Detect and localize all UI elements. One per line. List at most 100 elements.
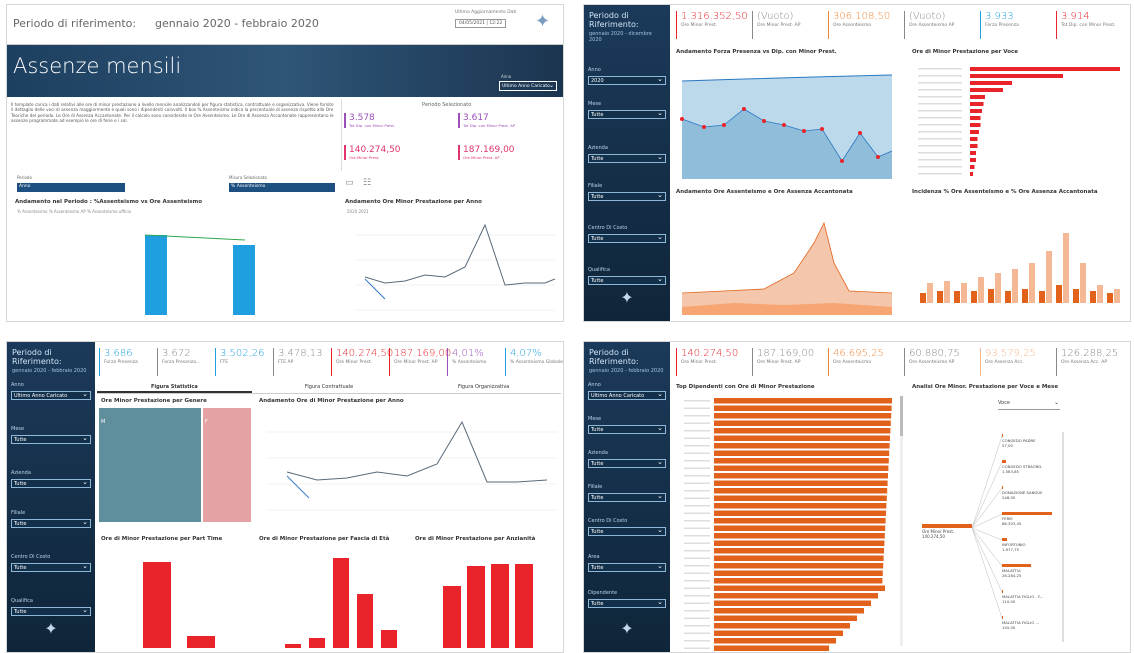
kpi-card: 3.686 Forza Presenza	[99, 348, 138, 376]
filter-dropdown[interactable]: Ultimo Anno Caricato	[588, 390, 666, 400]
kpi-value: (Vuoto)	[757, 11, 794, 22]
tree-node-value: 1.977,75	[1002, 547, 1019, 552]
scrollbar[interactable]	[900, 396, 903, 646]
tree-node[interactable]: CONGEDO STRAORD. 1.563,85	[1002, 460, 1064, 474]
chart-title: Ore di Minor Prestazione per Voce	[912, 49, 1018, 55]
period-label: Periodo di Riferimento:	[589, 11, 639, 29]
tree-node-bar	[1002, 434, 1004, 437]
bar	[714, 435, 890, 441]
tree-node[interactable]: DONAZIONE SANGUE 248,00	[1002, 486, 1064, 500]
filter-dropdown[interactable]: 2020	[588, 75, 666, 85]
filter-dropdown[interactable]: Tutte	[588, 233, 666, 243]
data-point	[820, 127, 824, 131]
bar	[970, 172, 973, 176]
kpi-card: 306.108,50 Ore Assenteismo	[828, 11, 890, 39]
tile-label: F	[205, 419, 208, 425]
bar	[714, 428, 891, 434]
treemap-tile-m[interactable]: M	[99, 408, 201, 522]
bar	[970, 151, 976, 155]
bar	[714, 608, 864, 614]
filter-dropdown[interactable]: Tutte	[11, 518, 91, 528]
chart-title: Ore Minor Prestazione per Genere	[101, 398, 207, 404]
kpi-value: 3.478,13	[278, 348, 323, 359]
bar	[954, 291, 960, 303]
tab-figura-contrattuale[interactable]: Figura Contrattuale	[252, 384, 407, 393]
tree-node[interactable]: MALATTIA FIGLIO - F... 110,00	[1002, 590, 1064, 604]
period-value: gennaio 2020 - dicembre 2020	[589, 31, 652, 43]
bar	[714, 503, 887, 509]
bar	[714, 570, 883, 576]
bar	[714, 578, 883, 584]
tab-figura-organizzativa[interactable]: Figura Organizzativa	[406, 384, 561, 393]
category-label	[684, 610, 710, 612]
tree-node[interactable]: CONGEDO PADRE 57,00	[1002, 434, 1064, 448]
category-label	[918, 173, 962, 175]
bar	[714, 443, 890, 449]
table-icon[interactable]: ☷	[363, 178, 371, 188]
filter-dropdown[interactable]: Tutte	[588, 191, 666, 201]
bar	[1097, 285, 1103, 303]
treemap-tile-f[interactable]: F	[203, 408, 251, 522]
filter-dropdown[interactable]: Tutte	[588, 424, 666, 434]
bar	[978, 277, 984, 303]
chart-toggle-icon[interactable]: ▭	[345, 178, 354, 188]
header: Periodo di riferimento: gennaio 2020 - f…	[7, 5, 563, 45]
tab-bar: Figura Statistica Figura Contrattuale Figu…	[97, 384, 561, 394]
category-label	[684, 647, 710, 649]
filter-dropdown[interactable]: Tutte	[588, 153, 666, 163]
scrollbar-thumb[interactable]	[900, 396, 903, 436]
filter-dropdown[interactable]: Tutte	[588, 458, 666, 468]
filter-azienda: Azienda Tutte	[588, 145, 666, 163]
misura-dropdown[interactable]: % Assenteismo	[229, 183, 335, 192]
tree-node[interactable]: FERIE 88.303,45	[1002, 512, 1064, 526]
logo-icon: ✦	[620, 288, 634, 307]
tree-scrollbar[interactable]	[1062, 432, 1064, 642]
bar	[714, 495, 887, 501]
tab-figura-statistica[interactable]: Figura Statistica	[97, 384, 252, 393]
filter-label: Centro Di Costo	[588, 518, 628, 524]
kpi-value: 46.695,25	[833, 348, 884, 359]
period-value: gennaio 2020 - febbraio 2020	[12, 368, 87, 374]
data-point	[762, 119, 766, 123]
periodo-dropdown[interactable]: Anno	[17, 183, 125, 192]
filter-dropdown[interactable]: Tutte	[588, 492, 666, 502]
column-chart	[920, 233, 1120, 303]
tree-node[interactable]: MALATTIA 26.284,25	[1002, 564, 1064, 578]
filter-dropdown[interactable]: Ultimo Anno Caricato	[11, 390, 91, 400]
tree-node[interactable]: INFORTUNIO 1.977,75	[1002, 538, 1064, 552]
filter-dropdown[interactable]: Tutte	[588, 109, 666, 119]
anno-dropdown[interactable]: Ultimo Anno Caricato ⌄	[499, 81, 557, 91]
series-line	[364, 223, 556, 286]
voce-dropdown[interactable]: Voce ⌄	[998, 399, 1060, 410]
category-label	[684, 430, 710, 432]
area-chart	[681, 221, 893, 315]
bar	[714, 488, 888, 494]
kpi-card: 126.288,25 Ore Assenza Acc. AP	[1056, 348, 1118, 376]
kpi-value: 187.169,00	[757, 348, 815, 359]
filter-dropdown[interactable]: Tutte	[588, 562, 666, 572]
bar	[714, 540, 885, 546]
bar	[714, 398, 892, 404]
kpi-card: 187.169,00 Ore Minor Prest. AP	[458, 145, 515, 160]
filter-centro-di-costo: Centro Di Costo Tutte	[588, 225, 666, 243]
kpi-value: 93.579,25	[985, 348, 1036, 359]
filter-dropdown[interactable]: Tutte	[11, 434, 91, 444]
kpi-label: Ore Minor Prest. AP	[757, 360, 801, 365]
tree-node[interactable]: MALATTIA FIGLIO ... 145,00	[1002, 616, 1064, 630]
bar	[714, 563, 884, 569]
category-label	[918, 75, 962, 77]
filter-dropdown[interactable]: Tutte	[588, 526, 666, 536]
filter-dropdown[interactable]: Tutte	[11, 562, 91, 572]
filter-label: Mese	[588, 416, 602, 422]
filter-dropdown[interactable]: Tutte	[588, 275, 666, 285]
kpi-card: 4,07%% Assenteismo Globale	[505, 348, 563, 376]
bar	[1046, 251, 1052, 303]
update-label: Ultimo Aggiornamento Dati	[455, 10, 517, 15]
category-label	[684, 617, 710, 619]
filter-dropdown[interactable]: Tutte	[588, 598, 666, 608]
filter-dropdown[interactable]: Tutte	[11, 606, 91, 616]
category-label	[684, 452, 710, 454]
tree-root[interactable]: Ore Minor Prest. 140.274,50	[922, 524, 972, 539]
kpi-label: Ore Assenteismo	[833, 360, 872, 365]
filter-dropdown[interactable]: Tutte	[11, 478, 91, 488]
